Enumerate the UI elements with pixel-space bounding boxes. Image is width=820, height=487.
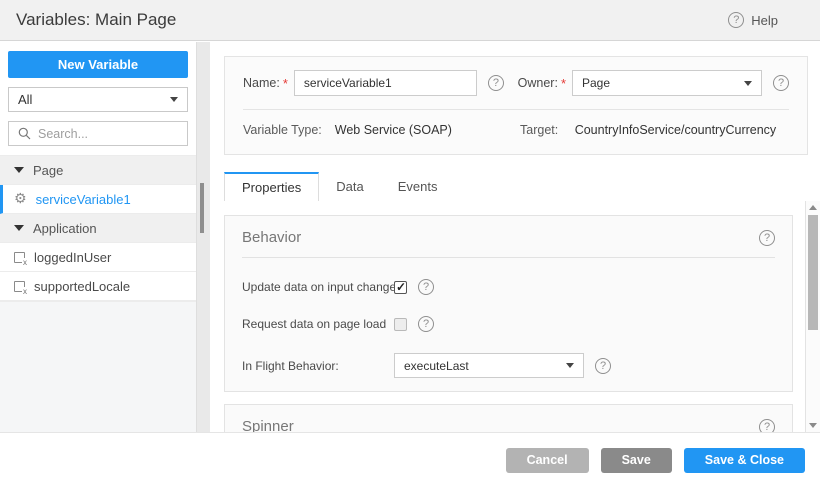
triangle-down-icon bbox=[14, 225, 24, 231]
variable-type-value: Web Service (SOAP) bbox=[335, 123, 452, 137]
required-asterisk: * bbox=[283, 76, 288, 91]
page-title: Variables: Main Page bbox=[16, 10, 176, 30]
update-data-help-icon[interactable] bbox=[418, 279, 434, 295]
scroll-down-arrow-icon[interactable] bbox=[809, 423, 817, 428]
scroll-up-arrow-icon[interactable] bbox=[809, 205, 817, 210]
behavior-header: Behavior bbox=[242, 229, 775, 246]
owner-select[interactable]: Page bbox=[572, 70, 762, 96]
inflight-behavior-label: In Flight Behavior: bbox=[242, 359, 394, 373]
owner-selected-value: Page bbox=[582, 76, 610, 90]
chevron-down-icon bbox=[744, 81, 752, 86]
summary-divider bbox=[243, 109, 789, 110]
update-data-checkbox[interactable] bbox=[394, 281, 407, 294]
variables-dialog: Variables: Main Page Help New Variable A… bbox=[0, 0, 820, 487]
tree-group-application[interactable]: Application bbox=[0, 214, 196, 243]
request-data-checkbox[interactable] bbox=[394, 318, 407, 331]
variable-type-label: Variable Type: bbox=[243, 123, 322, 137]
search-input[interactable]: Search... bbox=[8, 121, 188, 146]
spinner-panel: Spinner bbox=[224, 404, 793, 432]
detail-tabs: Properties Data Events bbox=[224, 172, 454, 201]
tab-data[interactable]: Data bbox=[319, 172, 380, 201]
target-value: CountryInfoService/countryCurrency bbox=[575, 123, 776, 137]
behavior-title: Behavior bbox=[242, 229, 301, 246]
request-data-label: Request data on page load bbox=[242, 317, 394, 331]
request-data-help-icon[interactable] bbox=[418, 316, 434, 332]
dialog-header: Variables: Main Page Help bbox=[0, 0, 820, 41]
search-placeholder: Search... bbox=[38, 127, 88, 141]
tab-events[interactable]: Events bbox=[381, 172, 455, 201]
tree-group-label: Application bbox=[33, 221, 97, 236]
help-button[interactable]: Help bbox=[728, 12, 778, 28]
search-icon bbox=[18, 127, 31, 140]
tree-item-label: serviceVariable1 bbox=[36, 192, 131, 207]
properties-scrollbar-track[interactable] bbox=[805, 201, 820, 432]
behavior-panel: Behavior Update data on input change Req… bbox=[224, 215, 793, 392]
spinner-help-icon[interactable] bbox=[759, 419, 775, 433]
sidebar-scrollbar-track bbox=[196, 42, 210, 432]
request-data-row: Request data on page load bbox=[242, 316, 775, 332]
tree-item-supportedlocale[interactable]: supportedLocale bbox=[0, 272, 196, 301]
chevron-down-icon bbox=[170, 97, 178, 102]
properties-scroll-area: Behavior Update data on input change Req… bbox=[210, 201, 805, 432]
tree-item-loggedinuser[interactable]: loggedInUser bbox=[0, 243, 196, 272]
tree-item-servicevariable1[interactable]: ⚙ serviceVariable1 bbox=[0, 185, 196, 214]
tree-group-page[interactable]: Page bbox=[0, 156, 196, 185]
service-variable-icon: ⚙ bbox=[14, 192, 27, 206]
save-button[interactable]: Save bbox=[601, 448, 672, 473]
help-label: Help bbox=[751, 13, 778, 28]
variable-summary-box: Name: * Owner: * Page bbox=[224, 56, 808, 155]
inflight-selected-value: executeLast bbox=[404, 359, 469, 373]
help-icon bbox=[728, 12, 744, 28]
static-variable-icon bbox=[14, 252, 25, 263]
dialog-footer: Cancel Save Save & Close bbox=[0, 432, 820, 487]
inflight-behavior-select[interactable]: executeLast bbox=[394, 353, 584, 378]
name-help-icon[interactable] bbox=[488, 75, 504, 91]
tree-item-label: supportedLocale bbox=[34, 279, 130, 294]
sidebar-empty-area bbox=[0, 301, 196, 432]
tab-properties[interactable]: Properties bbox=[224, 172, 319, 201]
scope-filter-select[interactable]: All bbox=[8, 87, 188, 112]
save-and-close-button[interactable]: Save & Close bbox=[684, 448, 805, 473]
variable-detail-panel: Name: * Owner: * Page bbox=[210, 42, 820, 432]
sidebar-scrollbar-thumb[interactable] bbox=[200, 183, 204, 233]
required-asterisk: * bbox=[561, 76, 566, 91]
target-cell: Target: CountryInfoService/countryCurren… bbox=[520, 123, 776, 137]
variables-sidebar: New Variable All Search... Page ⚙ bbox=[0, 42, 196, 432]
owner-help-icon[interactable] bbox=[773, 75, 789, 91]
update-data-row: Update data on input change bbox=[242, 279, 775, 295]
static-variable-icon bbox=[14, 281, 25, 292]
spinner-header: Spinner bbox=[242, 418, 775, 432]
inflight-behavior-row: In Flight Behavior: executeLast bbox=[242, 353, 775, 378]
new-variable-button[interactable]: New Variable bbox=[8, 51, 188, 78]
owner-group: Owner: * Page bbox=[518, 70, 789, 96]
behavior-divider bbox=[242, 257, 775, 258]
behavior-help-icon[interactable] bbox=[759, 230, 775, 246]
chevron-down-icon bbox=[566, 363, 574, 368]
dialog-body: New Variable All Search... Page ⚙ bbox=[0, 42, 820, 432]
owner-label: Owner: bbox=[518, 76, 558, 90]
spinner-title: Spinner bbox=[242, 418, 294, 432]
cancel-button[interactable]: Cancel bbox=[506, 448, 589, 473]
name-owner-row: Name: * Owner: * Page bbox=[243, 70, 789, 96]
tree-group-label: Page bbox=[33, 163, 63, 178]
triangle-down-icon bbox=[14, 167, 24, 173]
target-label: Target: bbox=[520, 123, 558, 137]
variable-type-cell: Variable Type: Web Service (SOAP) bbox=[243, 123, 520, 137]
scope-filter-value: All bbox=[18, 92, 32, 107]
tree-item-label: loggedInUser bbox=[34, 250, 111, 265]
variables-tree: Page ⚙ serviceVariable1 Application logg… bbox=[0, 155, 196, 301]
name-label: Name: bbox=[243, 76, 280, 90]
properties-scrollbar-thumb[interactable] bbox=[808, 215, 818, 330]
type-target-row: Variable Type: Web Service (SOAP) Target… bbox=[243, 123, 789, 137]
name-field[interactable] bbox=[294, 70, 477, 96]
update-data-label: Update data on input change bbox=[242, 280, 394, 294]
inflight-help-icon[interactable] bbox=[595, 358, 611, 374]
